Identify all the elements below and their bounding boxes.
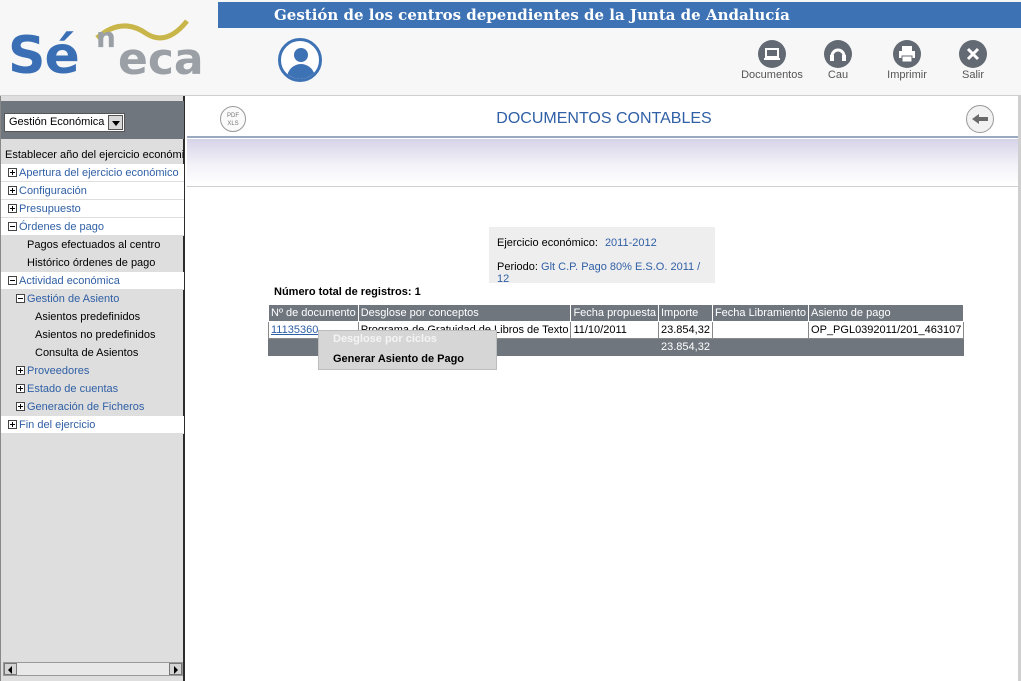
sidebar-item-estado-cuentas[interactable]: Estado de cuentas (1, 380, 184, 398)
expand-icon[interactable] (16, 402, 25, 411)
column-header[interactable]: Nº de documento (268, 304, 359, 322)
collapse-icon[interactable] (8, 222, 17, 231)
module-select[interactable]: Gestión Económica (4, 113, 125, 132)
exit-button[interactable]: Salir (938, 40, 1008, 81)
sidebar-item-asientos-no-predefinidos[interactable]: Asientos no predefinidos (1, 326, 184, 344)
back-arrow-icon[interactable] (966, 105, 994, 133)
sidebar-item-generacion-ficheros[interactable]: Generación de Ficheros (1, 398, 184, 416)
title-gradient-band (187, 139, 1021, 187)
scroll-left-icon[interactable] (4, 663, 17, 675)
periodo-label: Periodo: (497, 261, 538, 273)
sidebar-item-gestion-asiento[interactable]: Gestión de Asiento (1, 290, 184, 308)
collapse-icon[interactable] (8, 276, 17, 285)
sidebar-item-fin-ejercicio[interactable]: Fin del ejercicio (1, 416, 184, 434)
table-header-row: Nº de documento Desglose por conceptos F… (268, 304, 965, 322)
sidebar-item-apertura[interactable]: Apertura del ejercicio económico (1, 164, 184, 182)
app-header: Gestión de los centros dependientes de l… (0, 0, 1021, 96)
expand-icon[interactable] (8, 168, 17, 177)
collapse-icon[interactable] (16, 294, 25, 303)
context-menu-item-generar-asiento[interactable]: Generar Asiento de Pago (333, 353, 464, 365)
sidebar-item-configuracion[interactable]: Configuración (1, 182, 184, 200)
logo-text-eca: eca (118, 34, 204, 85)
ejercicio-row: Ejercicio económico: 2011-2012 (497, 237, 657, 249)
sidebar-item-pagos-efectuados[interactable]: Pagos efectuados al centro (1, 236, 184, 254)
close-icon (959, 40, 987, 68)
sidebar-horizontal-scrollbar[interactable] (3, 662, 183, 676)
print-button[interactable]: Imprimir (872, 40, 942, 81)
sidebar-item-actividad-economica[interactable]: Actividad económica (1, 272, 184, 290)
printer-icon (893, 40, 921, 68)
export-pdf-xls-icon[interactable]: PDF XLS (220, 106, 246, 132)
seneca-logo: Sé n eca (8, 16, 218, 86)
expand-icon[interactable] (16, 384, 25, 393)
info-box: Ejercicio económico: 2011-2012 Periodo: … (489, 227, 715, 285)
cau-button[interactable]: Cau (803, 40, 873, 81)
ejercicio-label: Ejercicio económico: (497, 237, 598, 249)
sidebar-item-establecer-ano[interactable]: Establecer año del ejercicio económico (1, 146, 184, 164)
column-header[interactable]: Asiento de pago (808, 304, 965, 322)
module-select-value: Gestión Económica (9, 116, 105, 128)
expand-icon[interactable] (16, 366, 25, 375)
sidebar-menu: Establecer año del ejercicio económico A… (1, 146, 184, 434)
expand-icon[interactable] (8, 204, 17, 213)
documents-button[interactable]: Documentos (737, 40, 807, 81)
logo-text-n: n (96, 21, 116, 54)
cau-label: Cau (827, 69, 849, 81)
page-titlebar: DOCUMENTOS CONTABLES PDF XLS (187, 100, 1021, 138)
exit-label: Salir (961, 69, 984, 81)
table-cell: 23.854,32 (658, 321, 713, 339)
sidebar-item-proveedores[interactable]: Proveedores (1, 362, 184, 380)
table-cell: 11/10/2011 (570, 321, 659, 339)
total-amount: 23.854,32 (658, 338, 713, 356)
sidebar-item-presupuesto[interactable]: Presupuesto (1, 200, 184, 218)
table-cell (711, 321, 810, 339)
sidebar-item-consulta-asientos[interactable]: Consulta de Asientos (1, 344, 184, 362)
expand-icon[interactable] (8, 420, 17, 429)
sidebar-item-historico-ordenes[interactable]: Histórico órdenes de pago (1, 254, 184, 272)
column-header[interactable]: Fecha Libramiento (711, 304, 810, 322)
documents-icon (758, 40, 786, 68)
print-label: Imprimir (887, 69, 927, 81)
support-icon (824, 40, 852, 68)
scroll-right-icon[interactable] (169, 663, 182, 675)
context-menu: Desglose por ciclos Generar Asiento de P… (318, 330, 497, 370)
chevron-down-icon[interactable] (108, 115, 123, 130)
periodo-row: Periodo: Glt C.P. Pago 80% E.S.O. 2011 /… (497, 261, 715, 285)
table-cell: OP_PGL0392011/201_463107 (808, 321, 965, 339)
sidebar-item-asientos-predefinidos[interactable]: Asientos predefinidos (1, 308, 184, 326)
document-number-link[interactable]: 11135360 (271, 324, 318, 336)
banner-title: Gestión de los centros dependientes de l… (218, 2, 1021, 28)
context-menu-item-desglose-ciclos[interactable]: Desglose por ciclos (333, 333, 437, 345)
user-profile-icon[interactable] (278, 38, 322, 82)
page-title: DOCUMENTOS CONTABLES (496, 110, 712, 127)
documents-label: Documentos (741, 69, 803, 81)
column-header[interactable]: Fecha propuesta (570, 304, 659, 322)
record-count: Número total de registros: 1 (274, 286, 421, 298)
column-header[interactable]: Desglose por conceptos (357, 304, 572, 322)
ejercicio-value: 2011-2012 (604, 237, 657, 249)
logo-text-se: Sé (8, 26, 80, 86)
sidebar-item-ordenes-pago[interactable]: Órdenes de pago (1, 218, 184, 236)
column-header[interactable]: Importe (658, 304, 713, 322)
expand-icon[interactable] (8, 186, 17, 195)
